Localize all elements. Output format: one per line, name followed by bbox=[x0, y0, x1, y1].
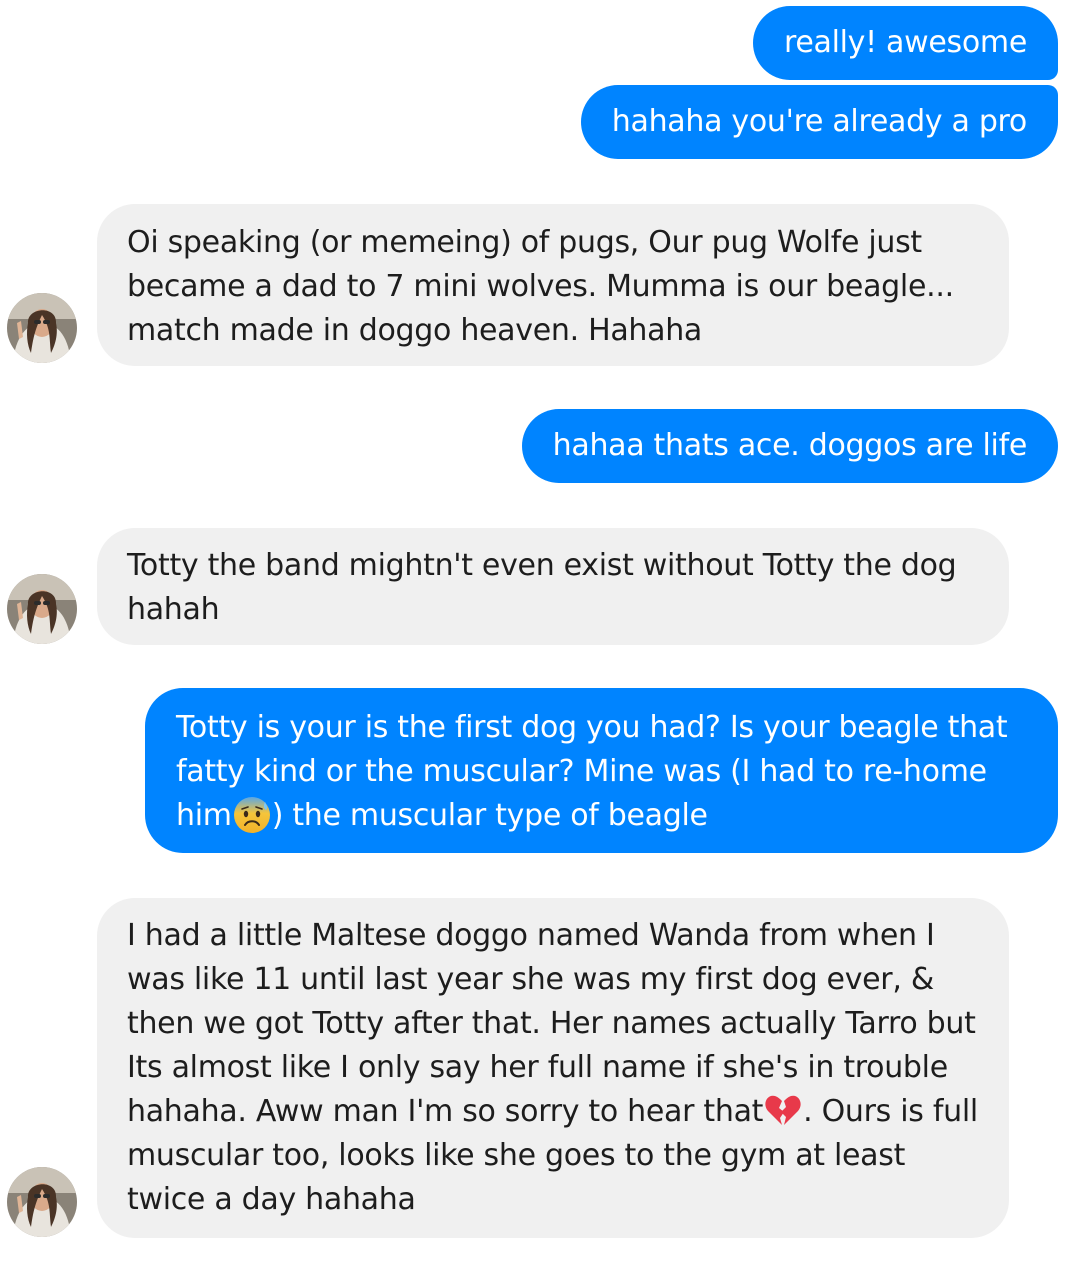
message-text-line: hahah bbox=[127, 592, 220, 627]
message-text-line: twice a day hahaha bbox=[127, 1182, 416, 1217]
incoming-message[interactable]: I had a little Maltese doggo named Wanda… bbox=[97, 898, 1009, 1238]
message-text-line: became a dad to 7 mini wolves. Mumma is … bbox=[127, 269, 954, 304]
message-text: hahaha you're already a pro bbox=[611, 104, 1028, 139]
contact-avatar[interactable] bbox=[7, 574, 77, 644]
message-text-segment: ) the muscular type of beagle bbox=[271, 798, 708, 833]
message-text-line: Totty is your is the first dog you had? … bbox=[176, 710, 1008, 745]
message-text-line: fatty kind or the muscular? Mine was (I … bbox=[176, 754, 987, 789]
anxious-face-emoji bbox=[232, 794, 272, 834]
message-text-line: match made in doggo heaven. Hahaha bbox=[127, 313, 703, 348]
broken-heart-emoji bbox=[763, 1090, 803, 1130]
message-text: hahaa thats ace. doggos are life bbox=[552, 428, 1028, 463]
message-text-line: then we got Totty after that. Her names … bbox=[127, 1006, 976, 1041]
message-text-line: Totty the band mightn't even exist witho… bbox=[127, 548, 957, 583]
message-text-line: was like 11 until last year she was my f… bbox=[127, 962, 934, 997]
message-text-line: muscular too, looks like she goes to the… bbox=[127, 1138, 906, 1173]
message-text-line: I had a little Maltese doggo named Wanda… bbox=[127, 918, 935, 953]
outgoing-message[interactable]: hahaa thats ace. doggos are life bbox=[521, 409, 1058, 483]
contact-avatar[interactable] bbox=[7, 1167, 77, 1237]
message-text-segment: him bbox=[176, 798, 232, 833]
outgoing-message[interactable]: hahaha you're already a pro bbox=[580, 85, 1058, 159]
outgoing-message[interactable]: really! awesome bbox=[752, 6, 1058, 80]
contact-avatar[interactable] bbox=[7, 293, 77, 363]
incoming-message[interactable]: Totty the band mightn't even exist witho… bbox=[97, 528, 1009, 645]
message-text-segment: hahaha. Aww man I'm so sorry to hear tha… bbox=[127, 1094, 764, 1129]
message-text: really! awesome bbox=[783, 25, 1027, 60]
message-text-line: Oi speaking (or memeing) of pugs, Our pu… bbox=[127, 225, 922, 260]
message-text-line: Its almost like I only say her full name… bbox=[127, 1050, 948, 1085]
message-text-line: him ) the muscular type of beagle bbox=[176, 794, 1027, 838]
outgoing-message[interactable]: Totty is your is the first dog you had? … bbox=[145, 688, 1058, 853]
message-text-line: hahaha. Aww man I'm so sorry to hear tha… bbox=[127, 1090, 979, 1134]
incoming-message[interactable]: Oi speaking (or memeing) of pugs, Our pu… bbox=[97, 204, 1009, 366]
message-text-segment: . Ours is full bbox=[803, 1094, 978, 1129]
